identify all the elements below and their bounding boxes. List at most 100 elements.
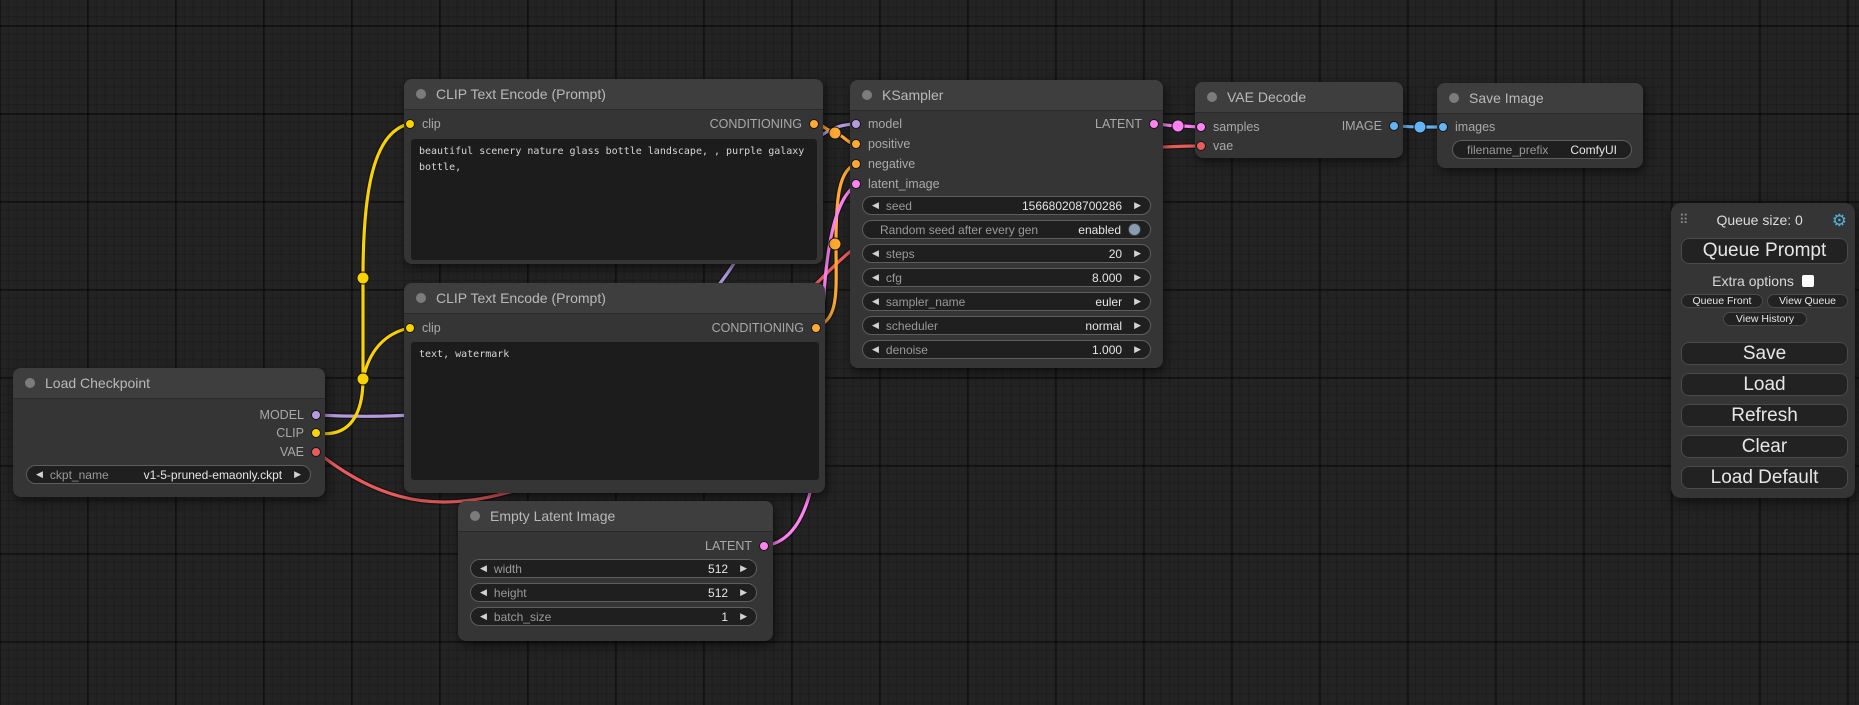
increment-icon[interactable] (740, 588, 747, 597)
collapse-dot-icon[interactable] (416, 89, 426, 99)
decrement-icon[interactable] (872, 249, 879, 258)
decrement-icon[interactable] (480, 564, 487, 573)
decrement-icon[interactable] (872, 297, 879, 306)
widget-seed[interactable]: seed 156680208700286 (862, 196, 1151, 215)
increment-icon[interactable] (1134, 297, 1141, 306)
node-title-bar[interactable]: KSampler (850, 80, 1163, 111)
input-port-clip[interactable]: clip (405, 319, 441, 337)
output-port-model[interactable]: MODEL (260, 406, 321, 424)
increment-icon[interactable] (1134, 249, 1141, 258)
wire-dot[interactable] (1414, 121, 1426, 133)
queue-front-button[interactable]: Queue Front (1681, 294, 1763, 308)
output-port-latent[interactable]: LATENT (1095, 115, 1159, 133)
image-port-dot[interactable] (1438, 122, 1448, 132)
wire-dot[interactable] (1172, 120, 1184, 132)
image-port-dot[interactable] (1389, 121, 1399, 131)
conditioning-port-dot[interactable] (811, 323, 821, 333)
widget-random-seed[interactable]: Random seed after every gen enabled (862, 220, 1151, 239)
output-port-image[interactable]: IMAGE (1342, 117, 1399, 135)
output-port-conditioning[interactable]: CONDITIONING (710, 115, 819, 133)
decrement-icon[interactable] (480, 612, 487, 621)
model-port-dot[interactable] (851, 119, 861, 129)
node-clip-text-encode-positive[interactable]: CLIP Text Encode (Prompt) clip CONDITION… (404, 79, 823, 264)
wire-dot[interactable] (829, 238, 841, 250)
latent-port-dot[interactable] (851, 179, 861, 189)
load-default-button[interactable]: Load Default (1681, 466, 1848, 489)
node-title-bar[interactable]: CLIP Text Encode (Prompt) (404, 283, 825, 314)
latent-port-dot[interactable] (1149, 119, 1159, 129)
decrement-icon[interactable] (36, 470, 43, 479)
clear-button[interactable]: Clear (1681, 435, 1848, 458)
input-port-clip[interactable]: clip (405, 115, 441, 133)
toggle-enabled-icon[interactable] (1128, 223, 1141, 236)
node-title-bar[interactable]: Empty Latent Image (458, 501, 773, 532)
widget-ckpt-name[interactable]: ckpt_name v1-5-pruned-emaonly.ckpt (26, 465, 311, 484)
widget-sampler-name[interactable]: sampler_name euler (862, 292, 1151, 311)
collapse-dot-icon[interactable] (1207, 92, 1217, 102)
clip-port-dot[interactable] (405, 119, 415, 129)
node-vae-decode[interactable]: VAE Decode samples vae IMAGE (1195, 82, 1403, 158)
increment-icon[interactable] (1134, 345, 1141, 354)
conditioning-port-dot[interactable] (851, 139, 861, 149)
widget-denoise[interactable]: denoise 1.000 (862, 340, 1151, 359)
input-port-samples[interactable]: samples (1196, 118, 1260, 136)
widget-height[interactable]: height 512 (470, 583, 757, 602)
decrement-icon[interactable] (480, 588, 487, 597)
collapse-dot-icon[interactable] (1449, 93, 1459, 103)
wire-dot[interactable] (357, 373, 369, 385)
input-port-positive[interactable]: positive (851, 135, 910, 153)
increment-icon[interactable] (1134, 273, 1141, 282)
input-port-vae[interactable]: vae (1196, 137, 1233, 155)
widget-filename-prefix[interactable]: filename_prefix ComfyUI (1452, 140, 1632, 159)
conditioning-port-dot[interactable] (809, 119, 819, 129)
node-clip-text-encode-negative[interactable]: CLIP Text Encode (Prompt) clip CONDITION… (404, 283, 825, 493)
prompt-textarea[interactable]: text, watermark (411, 342, 819, 480)
gear-icon[interactable] (1832, 212, 1847, 229)
collapse-dot-icon[interactable] (470, 511, 480, 521)
increment-icon[interactable] (740, 564, 747, 573)
input-port-model[interactable]: model (851, 115, 902, 133)
decrement-icon[interactable] (872, 321, 879, 330)
view-queue-button[interactable]: View Queue (1767, 294, 1848, 308)
conditioning-port-dot[interactable] (851, 159, 861, 169)
output-port-latent[interactable]: LATENT (705, 537, 769, 555)
latent-port-dot[interactable] (759, 541, 769, 551)
node-title-bar[interactable]: Save Image (1437, 83, 1643, 114)
collapse-dot-icon[interactable] (416, 293, 426, 303)
node-save-image[interactable]: Save Image images filename_prefix ComfyU… (1437, 83, 1643, 168)
node-title-bar[interactable]: VAE Decode (1195, 82, 1403, 113)
increment-icon[interactable] (1134, 201, 1141, 210)
drag-handle-icon[interactable] (1679, 212, 1688, 228)
output-port-vae[interactable]: VAE (280, 443, 321, 461)
widget-cfg[interactable]: cfg 8.000 (862, 268, 1151, 287)
model-port-dot[interactable] (311, 410, 321, 420)
view-history-button[interactable]: View History (1723, 312, 1807, 326)
node-title-bar[interactable]: CLIP Text Encode (Prompt) (404, 79, 823, 110)
node-empty-latent-image[interactable]: Empty Latent Image LATENT width 512 heig… (458, 501, 773, 641)
increment-icon[interactable] (1134, 321, 1141, 330)
node-load-checkpoint[interactable]: Load Checkpoint MODEL CLIP VAE ckpt_name… (13, 368, 325, 497)
widget-batch-size[interactable]: batch_size 1 (470, 607, 757, 626)
extra-options-checkbox[interactable] (1802, 275, 1814, 287)
save-button[interactable]: Save (1681, 342, 1848, 365)
node-ksampler[interactable]: KSampler model positive negative latent_… (850, 80, 1163, 368)
collapse-dot-icon[interactable] (25, 378, 35, 388)
increment-icon[interactable] (294, 470, 301, 479)
latent-port-dot[interactable] (1196, 122, 1206, 132)
widget-width[interactable]: width 512 (470, 559, 757, 578)
vae-port-dot[interactable] (311, 447, 321, 457)
decrement-icon[interactable] (872, 273, 879, 282)
output-port-conditioning[interactable]: CONDITIONING (712, 319, 821, 337)
queue-prompt-button[interactable]: Queue Prompt (1681, 238, 1848, 264)
wire-dot[interactable] (357, 272, 369, 284)
node-title-bar[interactable]: Load Checkpoint (13, 368, 325, 399)
output-port-clip[interactable]: CLIP (276, 424, 321, 442)
clip-port-dot[interactable] (311, 428, 321, 438)
wire-dot[interactable] (829, 127, 841, 139)
prompt-textarea[interactable]: beautiful scenery nature glass bottle la… (411, 139, 817, 260)
refresh-button[interactable]: Refresh (1681, 404, 1848, 427)
input-port-latent-image[interactable]: latent_image (851, 175, 940, 193)
input-port-negative[interactable]: negative (851, 155, 915, 173)
vae-port-dot[interactable] (1196, 141, 1206, 151)
node-graph-canvas[interactable]: Load Checkpoint MODEL CLIP VAE ckpt_name… (0, 0, 1859, 705)
